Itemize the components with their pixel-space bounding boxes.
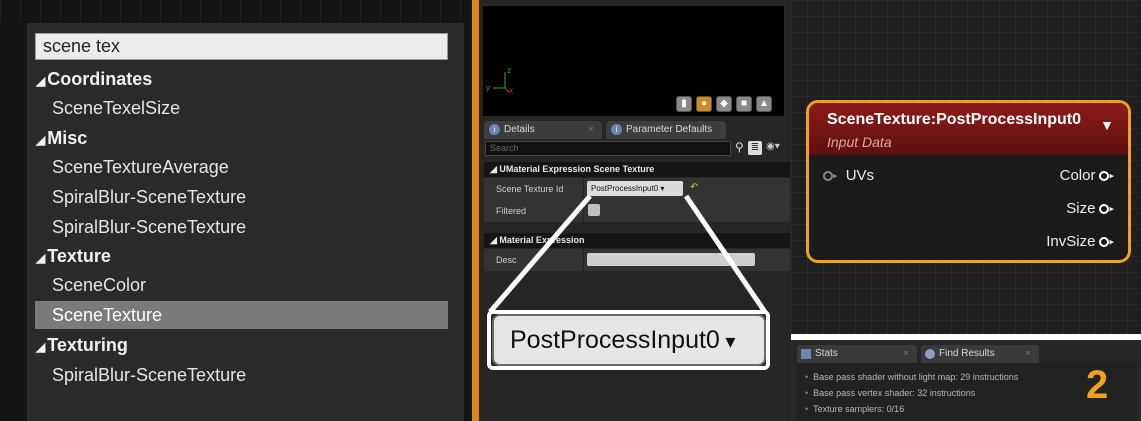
pin-arrow-icon: ▸ (1109, 236, 1114, 247)
section-header[interactable]: ◢ UMaterial Expression Scene Texture (484, 162, 790, 177)
pin-label: InvSize (1046, 233, 1096, 250)
list-item[interactable]: SpiralBlur-SceneTexture (52, 213, 246, 241)
collapse-triangle-icon: ◢ (36, 133, 46, 147)
scene-texture-node[interactable]: SceneTexture:PostProcessInput0 Input Dat… (806, 100, 1131, 263)
pin-arrow-icon: ▸ (1109, 203, 1114, 214)
stats-line: • Base pass shader without light map: 29 … (805, 372, 1018, 382)
tab-label: Parameter Defaults (626, 124, 713, 135)
bullet-icon: • (805, 404, 809, 414)
find-icon (925, 349, 935, 359)
details-icon: i (489, 124, 500, 135)
output-pin-size[interactable]: Size ▸ (1066, 200, 1114, 217)
stats-icon (801, 349, 811, 359)
dropdown-arrow-icon: ▾ (719, 331, 736, 353)
stats-line: • Texture samplers: 0/16 (805, 404, 904, 414)
output-pin-color[interactable]: Color ▸ (1060, 167, 1114, 184)
category-coordinates[interactable]: ◢ Coordinates (36, 65, 152, 93)
stats-text: Texture samplers: 0/16 (813, 404, 905, 414)
collapse-triangle-icon: ◢ (36, 74, 46, 88)
details-search-input[interactable]: Search (485, 141, 731, 156)
plane-icon[interactable]: ◆ (716, 96, 732, 112)
pin-circle-icon (1099, 237, 1110, 248)
category-label: Coordinates (47, 69, 153, 89)
list-item[interactable]: SpiralBlur-SceneTexture (52, 183, 246, 211)
sphere-icon[interactable]: ● (696, 96, 712, 112)
category-label: Texturing (47, 335, 128, 355)
tab-find-results[interactable]: Find Results × (921, 345, 1039, 363)
mesh-icon[interactable]: ▲ (756, 96, 772, 112)
callout-lines (488, 194, 768, 314)
axis-z-label: z (507, 66, 511, 75)
category-texturing[interactable]: ◢ Texturing (36, 331, 128, 359)
pin-circle-icon (823, 171, 833, 182)
axis-y-label: y (486, 83, 490, 92)
category-misc[interactable]: ◢ Misc (36, 124, 87, 152)
search-icon: ⚲ (735, 140, 744, 154)
pin-circle-icon (1099, 204, 1110, 215)
annotation-number: 2 (1086, 363, 1109, 407)
section-header-label: UMaterial Expression Scene Texture (499, 164, 655, 174)
input-pin-uvs[interactable]: ▸ UVs (823, 167, 874, 184)
category-label: Texture (47, 246, 111, 266)
pin-arrow-icon: ▸ (1109, 170, 1114, 181)
close-icon[interactable]: × (588, 121, 594, 139)
stats-text: Base pass shader without light map: 29 i… (813, 372, 1019, 382)
collapse-triangle-icon: ◢ (36, 340, 46, 354)
bullet-icon: • (805, 372, 809, 382)
tab-label: Details (504, 124, 535, 135)
list-item[interactable]: SceneTexelSize (52, 94, 180, 122)
collapse-triangle-icon: ◢ (36, 251, 46, 265)
close-icon[interactable]: × (1025, 345, 1031, 363)
tab-label: Find Results (939, 348, 995, 359)
axis-x-label: x (509, 86, 513, 95)
list-item[interactable]: SceneColor (52, 271, 146, 299)
panel-grid-strip (0, 0, 472, 23)
eye-icon[interactable]: ◉▾ (766, 141, 780, 152)
tab-parameter-defaults[interactable]: i Parameter Defaults (606, 121, 726, 139)
callout-value: PostProcessInput0 (510, 326, 720, 354)
node-collapse-arrow-icon[interactable]: ▼ (1100, 117, 1114, 133)
pin-label: UVs (845, 167, 875, 184)
bullet-icon: • (805, 388, 809, 398)
category-texture[interactable]: ◢ Texture (36, 242, 111, 270)
cylinder-icon[interactable]: ▮ (676, 96, 692, 112)
pin-circle-icon (1099, 171, 1110, 182)
category-label: Misc (47, 128, 88, 148)
list-item[interactable]: SpiralBlur-SceneTexture (52, 361, 246, 389)
tab-details[interactable]: i Details × (484, 121, 602, 139)
grid-view-icon[interactable]: ≣ (748, 141, 762, 155)
stats-text: Base pass vertex shader: 32 instructions (813, 388, 976, 398)
node-title: SceneTexture:PostProcessInput0 (827, 111, 1082, 128)
node-subtitle: Input Data (827, 134, 892, 150)
stats-line: • Base pass vertex shader: 32 instruction… (805, 388, 975, 398)
palette-search-input[interactable]: scene tex (35, 33, 448, 60)
callout-zoomed-dropdown: PostProcessInput0 ▾ (492, 314, 766, 366)
tab-label: Stats (815, 348, 838, 359)
pin-label: Color (1059, 167, 1096, 184)
list-item[interactable]: SceneTextureAverage (52, 153, 229, 181)
tab-stats[interactable]: Stats × (797, 345, 917, 363)
pin-label: Size (1066, 200, 1096, 217)
details-icon: i (611, 124, 622, 135)
pin-arrow-icon: ▸ (833, 170, 838, 181)
list-item-selected[interactable]: SceneTexture (35, 301, 448, 329)
output-pin-invsize[interactable]: InvSize ▸ (1046, 233, 1114, 250)
close-icon[interactable]: × (903, 345, 909, 363)
cube-icon[interactable]: ■ (736, 96, 752, 112)
